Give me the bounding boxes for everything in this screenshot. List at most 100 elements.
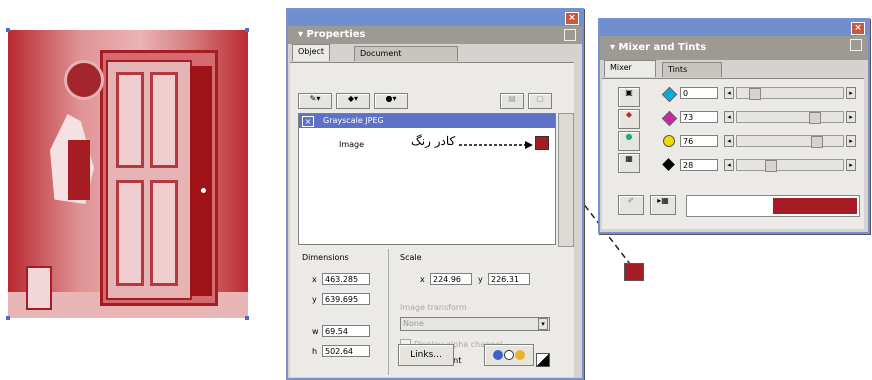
tab-mixer[interactable]: Mixer — [604, 60, 656, 77]
mixer-expand-icon: ▾ — [610, 42, 619, 53]
photo-door-knob — [201, 188, 206, 193]
photo-image[interactable] — [8, 30, 248, 318]
fill-icon[interactable]: ◆▾ — [336, 93, 370, 109]
scale-x-label: x — [420, 275, 425, 284]
black-increase[interactable]: ▸ — [846, 159, 856, 171]
y-field[interactable]: 639.695 — [322, 293, 370, 305]
door-panel — [150, 72, 178, 168]
mixer-titlebar[interactable]: × — [600, 20, 868, 36]
color-model-rgb-icon[interactable]: ▣ — [618, 87, 640, 107]
black-value[interactable]: 28 — [680, 159, 718, 171]
link-tools-button[interactable] — [484, 344, 534, 366]
properties-tabs: Object Document — [288, 44, 582, 61]
divider — [388, 249, 389, 375]
trash-icon[interactable]: ▢ — [528, 93, 552, 109]
magenta-increase[interactable]: ▸ — [846, 111, 856, 123]
door-panel — [116, 180, 144, 286]
color-model-hls-icon[interactable]: ● — [618, 131, 640, 151]
cyan-value[interactable]: 0 — [680, 87, 718, 99]
h-field[interactable]: 502.64 — [322, 345, 370, 357]
color-box[interactable] — [535, 136, 549, 150]
annotation-text: کادر رنگ — [411, 134, 456, 148]
color-model-gray-icon[interactable]: ▦ — [618, 153, 640, 173]
black-slider-thumb[interactable] — [765, 160, 777, 172]
x-field[interactable]: 463.285 — [322, 273, 370, 285]
color-model-cmyk-icon[interactable]: ◆ — [618, 109, 640, 129]
cyan-decrease[interactable]: ◂ — [724, 87, 734, 99]
tab-object[interactable]: Object — [292, 44, 331, 61]
list-item-selected[interactable]: × Grayscale JPEG — [299, 114, 555, 128]
eyedropper-icon[interactable]: ✐ — [618, 195, 644, 215]
mixer-tabs: Mixer Tints — [600, 60, 868, 77]
color-preview — [686, 195, 860, 217]
mixer-window: × ▾ Mixer and Tints Mixer Tints ▣ ◆ ● ▦ … — [598, 18, 870, 234]
yellow-decrease[interactable]: ◂ — [724, 135, 734, 147]
yellow-slider-thumb[interactable] — [811, 136, 823, 148]
selection-handle[interactable] — [6, 316, 10, 320]
links-button[interactable]: Links... — [398, 344, 454, 366]
close-icon[interactable]: × — [565, 12, 579, 25]
black-decrease[interactable]: ◂ — [724, 159, 734, 171]
mixer-header[interactable]: ▾ Mixer and Tints — [600, 36, 868, 60]
y-label: y — [312, 295, 317, 304]
panel-options-icon[interactable] — [850, 39, 862, 51]
object-list: × Grayscale JPEG Image کادر رنگ — [298, 113, 556, 245]
globe-icon — [493, 350, 503, 360]
w-field[interactable]: 69.54 — [322, 325, 370, 337]
chevron-down-icon[interactable]: ▾ — [538, 318, 548, 330]
selection-handle[interactable] — [245, 28, 249, 32]
photo-hat — [64, 60, 104, 100]
photo-door-edge — [190, 66, 212, 296]
list-scrollbar[interactable] — [558, 113, 574, 247]
cyan-slider-thumb[interactable] — [749, 88, 761, 100]
magenta-decrease[interactable]: ◂ — [724, 111, 734, 123]
panel-options-icon[interactable] — [564, 29, 576, 41]
magenta-slider-thumb[interactable] — [809, 112, 821, 124]
image-label[interactable]: Image — [339, 140, 364, 149]
magenta-channel-icon — [661, 110, 678, 127]
image-transform-label: Image transform — [400, 303, 467, 312]
scale-x-field[interactable]: 224.96 — [430, 273, 472, 285]
properties-header[interactable]: ▾ Properties — [288, 26, 582, 44]
close-icon[interactable]: × — [851, 22, 865, 35]
black-channel-icon — [662, 158, 675, 171]
scale-y-label: y — [478, 275, 483, 284]
photo-coat-shadow — [68, 140, 90, 200]
link-icon — [504, 350, 514, 360]
door-panel — [150, 180, 178, 286]
x-label: x — [312, 275, 317, 284]
selection-handle[interactable] — [245, 316, 249, 320]
properties-window: × ▾ Properties Object Document ✎▾ ◆▾ ●▾ … — [286, 8, 584, 380]
yellow-slider[interactable] — [736, 135, 844, 148]
image-transform-select[interactable]: None — [400, 317, 550, 331]
object-name: Grayscale JPEG — [323, 116, 384, 125]
effects-icon[interactable]: ●▾ — [374, 93, 408, 109]
properties-title: Properties — [306, 29, 366, 40]
scale-y-field[interactable]: 226.31 — [488, 273, 530, 285]
add-to-palette-icon[interactable]: ▸▦ — [650, 195, 676, 215]
cyan-slider[interactable] — [736, 87, 844, 100]
magenta-slider[interactable] — [736, 111, 844, 124]
cyan-channel-icon — [661, 86, 678, 103]
yellow-increase[interactable]: ▸ — [846, 135, 856, 147]
object-type-icon: × — [302, 116, 314, 127]
w-label: w — [312, 327, 319, 336]
properties-titlebar[interactable]: × — [288, 10, 582, 26]
cyan-increase[interactable]: ▸ — [846, 87, 856, 99]
photo-door — [106, 60, 192, 300]
tab-document[interactable]: Document — [354, 46, 458, 61]
black-slider[interactable] — [736, 159, 844, 172]
copy-icon[interactable]: ▤ — [500, 93, 524, 109]
pencil-icon[interactable]: ✎▾ — [298, 93, 332, 109]
yellow-value[interactable]: 76 — [680, 135, 718, 147]
properties-body: ✎▾ ◆▾ ●▾ ▤ ▢ × Grayscale JPEG Image کادر… — [290, 62, 574, 377]
selection-handle[interactable] — [6, 28, 10, 32]
mixer-title: Mixer and Tints — [618, 42, 707, 53]
color-swatch-callout — [624, 263, 644, 281]
h-label: h — [312, 347, 318, 356]
photo-boots — [26, 266, 52, 310]
magenta-value[interactable]: 73 — [680, 111, 718, 123]
yellow-channel-icon — [663, 135, 675, 147]
tab-tints[interactable]: Tints — [662, 62, 722, 77]
transparency-icon[interactable] — [536, 353, 550, 367]
